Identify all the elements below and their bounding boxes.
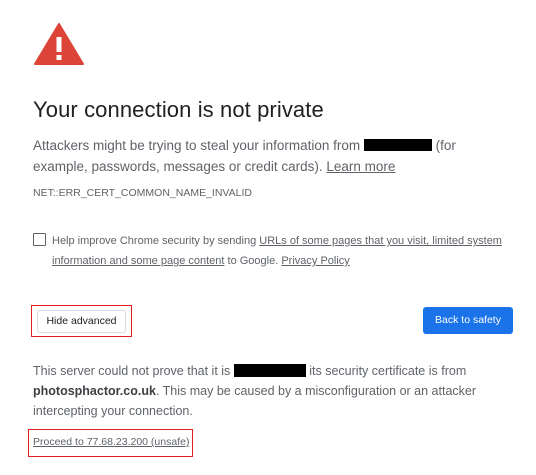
error-code: NET::ERR_CERT_COMMON_NAME_INVALID [33, 187, 252, 199]
error-description: Attackers might be trying to steal your … [33, 135, 503, 177]
redacted-hostname-2 [233, 364, 306, 377]
privacy-policy-link[interactable]: Privacy Policy [281, 255, 349, 267]
hide-advanced-highlight: Hide advanced [31, 305, 132, 337]
checkbox-label-text: Help improve Chrome security by sending [52, 235, 260, 247]
page-title: Your connection is not private [33, 97, 324, 122]
redacted-hostname [363, 139, 432, 151]
advanced-details: This server could not prove that it is i… [33, 361, 503, 421]
proceed-unsafe-link[interactable]: Proceed to 77.68.23.200 (unsafe) [33, 436, 189, 448]
description-text: Attackers might be trying to steal your … [33, 138, 364, 153]
certificate-host: photosphactor.co.uk [33, 384, 156, 398]
back-to-safety-button[interactable]: Back to safety [423, 307, 513, 334]
warning-triangle-icon [33, 22, 85, 66]
learn-more-link[interactable]: Learn more [326, 159, 395, 174]
proceed-highlight: Proceed to 77.68.23.200 (unsafe) [28, 429, 193, 457]
improve-security-checkbox[interactable] [33, 233, 46, 246]
details-text: This server could not prove that it is [33, 364, 234, 378]
checkbox-label: Help improve Chrome security by sending … [52, 231, 503, 271]
checkbox-label-text-cont: to Google. [224, 255, 282, 267]
improve-security-option: Help improve Chrome security by sending … [33, 231, 503, 271]
hide-advanced-button[interactable]: Hide advanced [37, 310, 126, 333]
details-text-cont: its security certificate is from [305, 364, 467, 378]
